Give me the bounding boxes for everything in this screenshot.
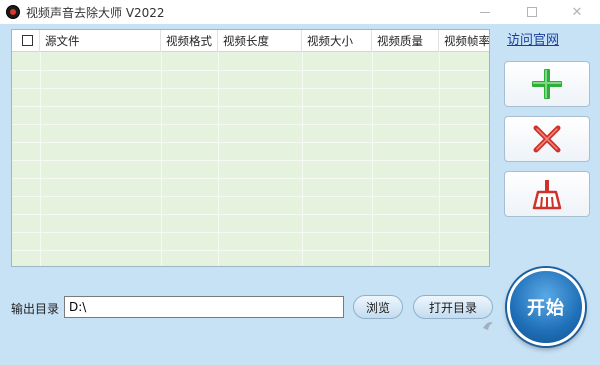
grid-line bbox=[302, 52, 303, 266]
minimize-button[interactable] bbox=[465, 0, 505, 24]
add-file-button[interactable] bbox=[504, 61, 590, 107]
window-title: 视频声音去除大师 V2022 bbox=[26, 6, 165, 20]
grid-line bbox=[12, 250, 489, 251]
start-button[interactable]: 开始 bbox=[507, 268, 585, 346]
grid-line bbox=[12, 124, 489, 125]
grid-line bbox=[161, 52, 162, 266]
maximize-button[interactable] bbox=[512, 0, 552, 24]
output-dir-input[interactable] bbox=[64, 296, 344, 318]
minimize-icon bbox=[480, 11, 490, 13]
grid-line bbox=[12, 106, 489, 107]
grid-line bbox=[12, 214, 489, 215]
visit-website-link[interactable]: 访问官网 bbox=[507, 29, 559, 48]
delete-file-button[interactable] bbox=[504, 116, 590, 162]
grid-line bbox=[12, 196, 489, 197]
title-bar: 视频声音去除大师 V2022 ✕ bbox=[0, 0, 600, 24]
plus-icon bbox=[532, 69, 562, 99]
watermark-icon bbox=[483, 322, 493, 330]
app-window: 视频声音去除大师 V2022 ✕ 源文件 视频格式 视频长度 视频大小 视频质量… bbox=[0, 0, 600, 365]
grid-line bbox=[439, 52, 440, 266]
grid-line bbox=[12, 142, 489, 143]
clear-list-button[interactable] bbox=[504, 171, 590, 217]
output-dir-label: 输出目录 bbox=[11, 302, 60, 316]
broom-icon bbox=[532, 180, 562, 210]
grid-line bbox=[12, 232, 489, 233]
close-icon: ✕ bbox=[571, 4, 583, 20]
column-header-format[interactable]: 视频格式 bbox=[161, 30, 218, 52]
grid-line bbox=[372, 52, 373, 266]
maximize-icon bbox=[527, 7, 537, 17]
column-header-quality[interactable]: 视频质量 bbox=[372, 30, 439, 52]
grid-line bbox=[12, 88, 489, 89]
column-header-framerate[interactable]: 视频帧率 bbox=[439, 30, 489, 52]
table-header: 源文件 视频格式 视频长度 视频大小 视频质量 视频帧率 bbox=[12, 30, 489, 52]
grid-line bbox=[12, 70, 489, 71]
select-all-cell bbox=[12, 30, 40, 52]
close-button[interactable]: ✕ bbox=[557, 0, 597, 24]
grid-line bbox=[12, 178, 489, 179]
select-all-checkbox[interactable] bbox=[22, 35, 33, 46]
open-directory-button[interactable]: 打开目录 bbox=[413, 295, 493, 319]
grid-line bbox=[12, 160, 489, 161]
column-header-source-file[interactable]: 源文件 bbox=[40, 30, 161, 52]
column-header-duration[interactable]: 视频长度 bbox=[218, 30, 302, 52]
start-button-label: 开始 bbox=[527, 298, 565, 319]
column-header-size[interactable]: 视频大小 bbox=[302, 30, 372, 52]
grid-line bbox=[218, 52, 219, 266]
browse-button[interactable]: 浏览 bbox=[353, 295, 403, 319]
grid-line bbox=[40, 52, 41, 266]
app-logo-icon bbox=[6, 5, 20, 19]
cross-icon bbox=[533, 125, 561, 153]
file-table[interactable]: 源文件 视频格式 视频长度 视频大小 视频质量 视频帧率 bbox=[11, 29, 490, 267]
